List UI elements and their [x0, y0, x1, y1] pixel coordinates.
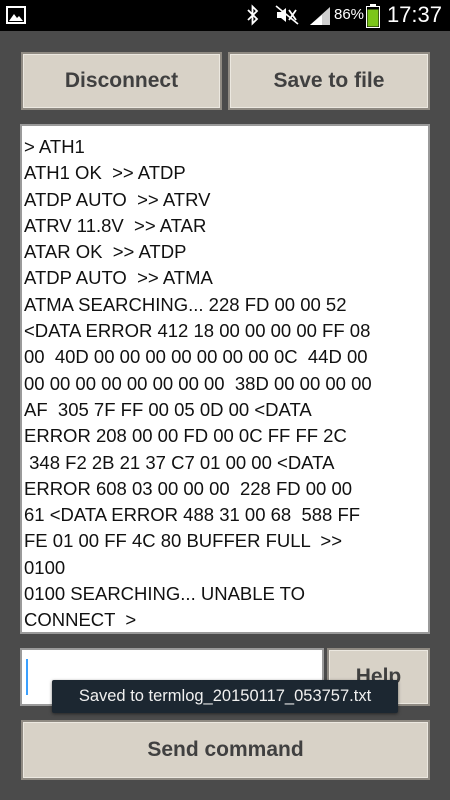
toast-message: Saved to termlog_20150117_053757.txt — [78, 687, 372, 705]
toast-notification: Saved to termlog_20150117_053757.txt — [52, 680, 398, 713]
terminal-log[interactable]: > ATH1 ATH1 OK >> ATDP ATDP AUTO >> ATRV… — [20, 124, 430, 634]
terminal-log-text: > ATH1 ATH1 OK >> ATDP ATDP AUTO >> ATRV… — [24, 136, 372, 631]
signal-icon — [310, 7, 330, 25]
text-caret — [26, 659, 28, 695]
send-command-button[interactable]: Send command — [21, 720, 430, 780]
mute-icon — [275, 5, 299, 25]
gallery-icon — [6, 6, 26, 24]
clock: 17:37 — [386, 2, 442, 27]
status-bar: 86% 17:37 — [0, 0, 450, 31]
battery-percent: 86% — [334, 6, 365, 23]
bluetooth-icon — [247, 4, 259, 26]
battery-icon — [366, 4, 380, 28]
app-screen: 86% 17:37 Disconnect Save to file > ATH1… — [0, 0, 450, 800]
disconnect-button[interactable]: Disconnect — [21, 52, 222, 110]
save-to-file-button[interactable]: Save to file — [228, 52, 430, 110]
